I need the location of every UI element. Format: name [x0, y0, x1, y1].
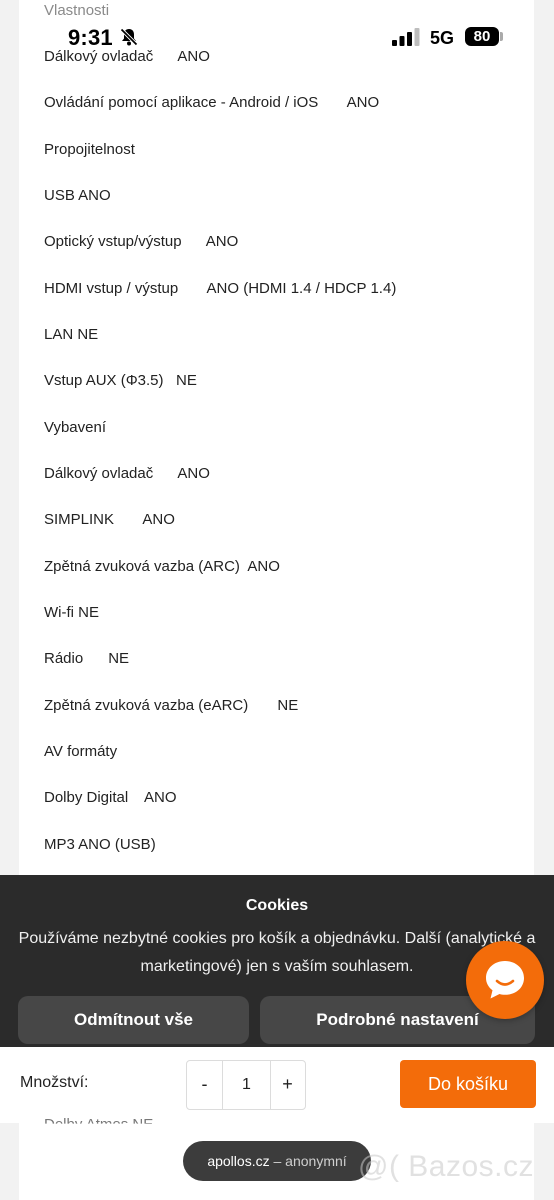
spec-line: USB ANO [44, 187, 111, 204]
spec-line: Wi-fi NE [44, 604, 99, 621]
status-bar: 9:31 5G 80 [0, 0, 554, 60]
decrease-quantity-button[interactable]: - [187, 1061, 222, 1109]
cookie-text: Používáme nezbytné cookies pro košík a o… [18, 930, 536, 975]
spec-line: Optický vstup/výstup ANO [44, 233, 239, 250]
cellular-signal-icon [392, 28, 422, 51]
spec-line: Rádio NE [44, 650, 130, 667]
network-type: 5G [430, 28, 455, 48]
spec-line: Dolby Digital ANO [44, 789, 177, 806]
quantity-stepper: - 1 + [186, 1060, 306, 1110]
spec-line: Propojitelnost [44, 141, 135, 158]
cookie-title: Cookies [245, 897, 309, 914]
spec-line: HDMI vstup / výstup ANO (HDMI 1.4 / HDCP… [44, 280, 397, 297]
spec-line: Zpětná zvuková vazba (ARC) ANO [44, 558, 280, 575]
reject-all-button[interactable]: Odmítnout vše [18, 996, 249, 1044]
status-time: 9:31 [68, 25, 113, 50]
battery-icon: 80 [465, 27, 499, 46]
quantity-label: Množství: [20, 1074, 89, 1091]
spec-line: Vstup AUX (Φ3.5) NE [44, 372, 197, 389]
add-to-cart-button[interactable]: Do košíku [400, 1060, 536, 1108]
silent-mode-icon [119, 27, 139, 52]
spec-line: LAN NE [44, 326, 99, 343]
browser-separator: – [269, 1153, 286, 1169]
battery-tip [500, 32, 503, 41]
browser-domain: apollos.cz [207, 1153, 270, 1169]
chat-bubble-icon [486, 961, 524, 999]
spec-line: Zpětná zvuková vazba (eARC) NE [44, 697, 299, 714]
spec-line: Vybavení [44, 419, 106, 436]
spec-line: MP3 ANO (USB) [44, 836, 156, 853]
browser-mode: anonymní [285, 1153, 347, 1169]
spec-line: Ovládání pomocí aplikace - Android / iOS… [44, 94, 380, 111]
bazos-watermark: @( Bazos.cz [358, 1150, 534, 1183]
spec-line: Dálkový ovladač ANO [44, 465, 210, 482]
chat-button[interactable] [466, 941, 544, 1019]
browser-address-pill[interactable]: apollos.cz – anonymní [183, 1141, 371, 1181]
increase-quantity-button[interactable]: + [270, 1061, 305, 1109]
add-to-cart-bar: Množství: - 1 + Do košíku [0, 1047, 554, 1123]
spec-line: AV formáty [44, 743, 118, 760]
spec-line: SIMPLINK ANO [44, 511, 175, 528]
quantity-input[interactable]: 1 [222, 1061, 271, 1109]
